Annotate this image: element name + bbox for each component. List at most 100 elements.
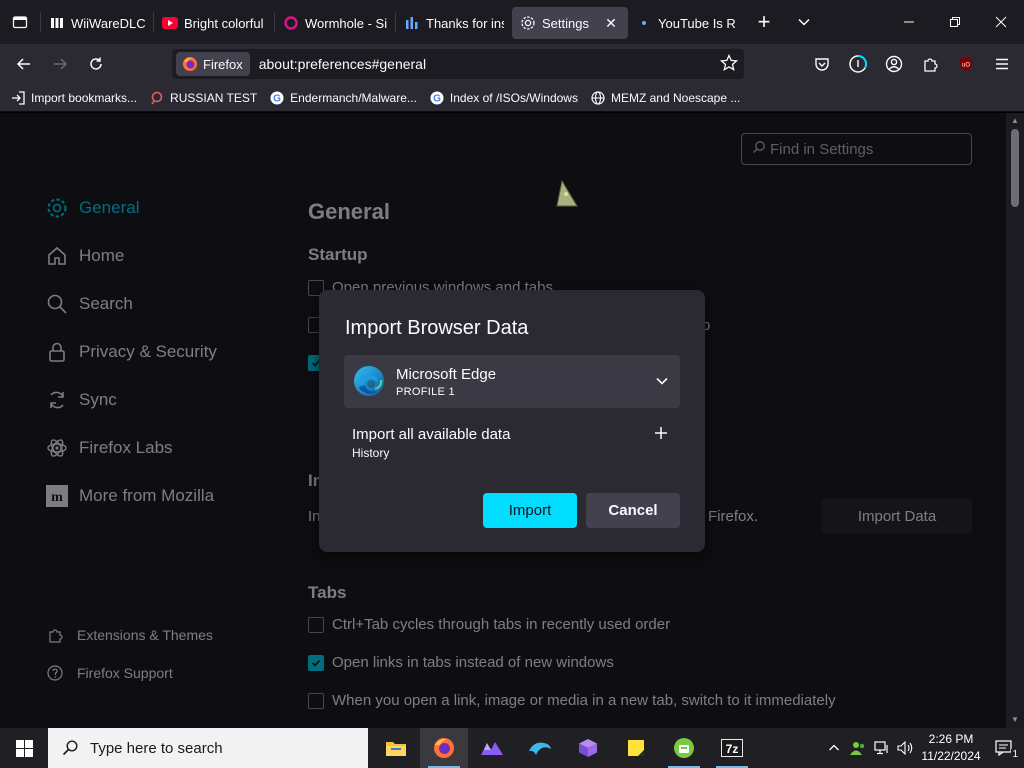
firefox-logo-icon (183, 57, 197, 71)
close-icon (995, 16, 1007, 28)
action-center-button[interactable]: 1 (984, 728, 1024, 768)
bookmark-star-icon[interactable] (720, 54, 738, 72)
forward-button[interactable] (42, 48, 78, 80)
tab-title: Settings (542, 15, 589, 31)
bookmark-endermanch[interactable]: G Endermanch/Malware... (269, 90, 417, 106)
firefox-logo-icon (434, 738, 454, 758)
search-icon (62, 740, 78, 756)
cancel-button[interactable]: Cancel (586, 493, 680, 528)
list-all-tabs-button[interactable] (784, 0, 824, 44)
url-text[interactable]: about:preferences#general (259, 56, 426, 72)
ublock-button[interactable]: uO (948, 48, 984, 80)
restore-icon (950, 17, 960, 27)
firefox-view-button[interactable] (0, 0, 40, 44)
back-button[interactable] (6, 48, 42, 80)
mouse-cursor-icon (556, 180, 578, 207)
clock-time: 2:26 PM (928, 732, 974, 746)
tab-strip: WiiWareDLCVi Bright colorful Wormhole - … (0, 0, 1024, 44)
download-progress-icon (849, 54, 868, 73)
taskbar-search-box[interactable]: Type here to search (48, 728, 368, 768)
import-icon (10, 90, 26, 106)
cube-app-icon (579, 739, 597, 757)
bookmark-label: Index of /ISOs/Windows (449, 90, 578, 105)
import-all-label: Import all available data (352, 426, 511, 443)
bookmark-index-isos[interactable]: G Index of /ISOs/Windows (429, 90, 578, 106)
extensions-button[interactable] (912, 48, 948, 80)
tab-settings[interactable]: Settings ✕ (512, 7, 628, 39)
network-tray-icon[interactable] (870, 728, 894, 768)
youtube-favicon (162, 15, 178, 31)
app-taskbar-button-2[interactable] (564, 728, 612, 768)
expand-data-types-button[interactable] (651, 423, 671, 443)
plus-icon (655, 427, 667, 439)
google-favicon: G (269, 90, 285, 106)
tab-youtube-bright[interactable]: Bright colorful (154, 7, 274, 39)
folder-icon (386, 742, 406, 756)
close-tab-icon[interactable]: ✕ (602, 15, 620, 32)
reload-button[interactable] (78, 48, 114, 80)
data-types-summary: History (352, 446, 390, 460)
account-button[interactable] (876, 48, 912, 80)
search-placeholder: Type here to search (90, 739, 223, 757)
downloads-button[interactable] (840, 48, 876, 80)
bookmark-import[interactable]: Import bookmarks... (10, 90, 137, 106)
bookmark-label: Endermanch/Malware... (290, 90, 417, 105)
sticky-notes-taskbar-button[interactable] (612, 728, 660, 768)
bookmark-russian-test[interactable]: RUSSIAN TEST (149, 90, 257, 106)
pocket-button[interactable] (804, 48, 840, 80)
tab-youtube-rai[interactable]: YouTube Is Rai (628, 7, 744, 39)
magnifier-favicon (149, 90, 165, 106)
firefox-taskbar-button[interactable] (420, 728, 468, 768)
chevron-down-icon (656, 377, 668, 385)
restore-button[interactable] (932, 0, 978, 44)
tab-thanks[interactable]: Thanks for inst (396, 7, 512, 39)
url-bar[interactable]: Firefox about:preferences#general (172, 49, 744, 79)
wormhole-favicon (283, 15, 299, 31)
ublock-icon: uO (960, 57, 972, 71)
dot-favicon (636, 15, 652, 31)
windows-logo-icon (15, 739, 33, 757)
account-icon (885, 55, 903, 73)
import-browser-data-dialog: Import Browser Data Microsoft Edge PROFI… (319, 290, 705, 552)
browser-profile-select[interactable]: Microsoft Edge PROFILE 1 (344, 355, 680, 408)
app-menu-button[interactable] (984, 48, 1020, 80)
dolphin-icon (529, 742, 551, 755)
notification-count-badge: 1 (1011, 749, 1019, 760)
svg-text:G: G (273, 93, 281, 104)
tab-wormhole[interactable]: Wormhole - Si (275, 7, 395, 39)
bookmarks-toolbar: Import bookmarks... RUSSIAN TEST G Ender… (0, 84, 1024, 112)
new-tab-button[interactable]: + (744, 0, 784, 44)
tab-wiiware[interactable]: WiiWareDLCVi (41, 7, 153, 39)
firefox-view-icon (12, 16, 28, 29)
people-tray-icon[interactable] (846, 728, 870, 768)
identity-box[interactable]: Firefox (176, 52, 250, 76)
import-button[interactable]: Import (483, 493, 577, 528)
android-app-taskbar-button[interactable] (660, 728, 708, 768)
app-taskbar-button-1[interactable] (468, 728, 516, 768)
volume-tray-icon[interactable] (894, 728, 918, 768)
dialog-title: Import Browser Data (345, 317, 529, 339)
dolphin-emulator-taskbar-button[interactable] (516, 728, 564, 768)
taskbar-clock[interactable]: 2:26 PM 11/22/2024 (918, 731, 984, 765)
back-arrow-icon (16, 58, 30, 70)
start-button[interactable] (0, 728, 48, 768)
show-hidden-icons-button[interactable] (822, 728, 846, 768)
scroll-up-arrow-icon[interactable]: ▲ (1010, 116, 1020, 126)
bookmark-memz[interactable]: MEMZ and Noescape ... (590, 90, 740, 106)
navigation-toolbar: Firefox about:preferences#general uO (0, 44, 1024, 84)
scroll-thumb[interactable] (1011, 129, 1019, 207)
minimize-button[interactable] (886, 0, 932, 44)
gear-icon (520, 15, 536, 31)
close-window-button[interactable] (978, 0, 1024, 44)
page-scrollbar[interactable]: ▲ ▼ (1006, 113, 1024, 728)
puzzle-icon (924, 58, 938, 72)
svg-text:7z: 7z (726, 742, 739, 756)
plus-icon: + (757, 9, 771, 34)
globe-icon (590, 90, 606, 106)
file-explorer-taskbar-button[interactable] (372, 728, 420, 768)
7zip-taskbar-button[interactable]: 7z (708, 728, 756, 768)
windows-taskbar: Type here to search 7z 2:26 PM 11/22/202… (0, 728, 1024, 768)
scroll-down-arrow-icon[interactable]: ▼ (1010, 715, 1020, 725)
wiiware-favicon (49, 15, 65, 31)
android-box-icon (674, 738, 694, 758)
